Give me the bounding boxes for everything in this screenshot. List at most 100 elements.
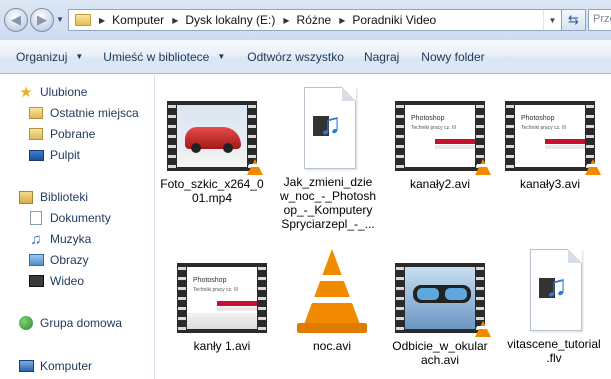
file-item[interactable]: Foto_szkic_x264_0 01.mp4	[160, 99, 264, 205]
chevron-down-icon: ▼	[217, 52, 226, 61]
film-strip-icon	[167, 101, 257, 171]
file-item[interactable]: ♫ Jak_zmieni_dzie w_noc_-_Photosh op_-_K…	[276, 85, 380, 231]
vlc-badge-icon	[585, 159, 601, 175]
file-name: kanły 1.avi	[193, 339, 251, 353]
file-item[interactable]: ♫ vitascene_tutorial .flv	[502, 247, 606, 365]
media-file-icon: ♫	[524, 247, 584, 333]
chevron-right-icon[interactable]: ▶	[172, 16, 178, 25]
file-item[interactable]: Photoshop Techniki pracy cz. III kanły 1…	[170, 261, 274, 353]
nav-recent-places-label: Ostatnie miejsca	[50, 106, 139, 120]
nav-music-label: Muzyka	[50, 232, 92, 246]
nav-recent-places[interactable]: Ostatnie miejsca	[28, 103, 139, 123]
music-icon: ♫	[30, 230, 42, 248]
search-input[interactable]: Przeszukaj	[588, 9, 611, 31]
play-all-button[interactable]: Odtwórz wszystko	[239, 40, 352, 74]
video-thumbnail: Photoshop Techniki pracy cz. III	[503, 99, 601, 175]
file-name: Foto_szkic_x264_0 01.mp4	[160, 177, 264, 205]
breadcrumb-local-disk[interactable]: Dysk lokalny (E:)	[185, 13, 275, 27]
videos-icon	[28, 273, 44, 289]
vlc-badge-icon	[475, 321, 491, 337]
recent-pages-dropdown-icon[interactable]: ▼	[56, 15, 64, 24]
nav-music[interactable]: ♫ Muzyka	[28, 229, 91, 249]
address-bar[interactable]: ▶ Komputer ▶ Dysk lokalny (E:) ▶ Różne ▶…	[68, 9, 562, 31]
burn-button[interactable]: Nagraj	[356, 40, 407, 74]
nav-computer-label: Komputer	[40, 359, 93, 373]
computer-icon	[18, 358, 34, 374]
breadcrumb-computer[interactable]: Komputer	[112, 13, 164, 27]
command-bar: Organizuj ▼ Umieść w bibliotece ▼ Odtwór…	[0, 40, 611, 74]
documents-icon	[28, 210, 44, 226]
file-item[interactable]: Photoshop Techniki pracy cz. III kanały2…	[388, 99, 492, 191]
nav-computer[interactable]: Komputer	[18, 356, 92, 376]
file-item[interactable]: Odbicie_w_okular ach.avi	[388, 261, 492, 367]
music-note-icon: ♫	[319, 108, 342, 141]
nav-homegroup[interactable]: Grupa domowa	[18, 313, 122, 333]
vlc-badge-icon	[247, 159, 263, 175]
film-strip-icon	[395, 263, 485, 333]
video-thumbnail	[393, 261, 491, 337]
file-item[interactable]: Photoshop Techniki pracy cz. III kanały3…	[498, 99, 602, 191]
address-row: ◀ ▶ ▼ ▶ Komputer ▶ Dysk lokalny (E:) ▶ R…	[0, 0, 611, 40]
nav-documents-label: Dokumenty	[50, 211, 111, 225]
file-name: Odbicie_w_okular ach.avi	[392, 339, 488, 367]
music-note-icon: ♫	[545, 270, 568, 303]
pictures-icon	[28, 252, 44, 268]
forward-arrow-icon: ▶	[37, 12, 47, 27]
navigation-pane: ★ Ulubione Ostatnie miejsca Pobrane Pulp…	[0, 75, 155, 379]
forward-button[interactable]: ▶	[30, 8, 54, 32]
nav-desktop[interactable]: Pulpit	[28, 145, 80, 165]
back-arrow-icon: ◀	[11, 12, 21, 27]
play-all-label: Odtwórz wszystko	[247, 49, 344, 64]
chevron-right-icon[interactable]: ▶	[339, 16, 345, 25]
breadcrumb-rozne[interactable]: Różne	[297, 13, 332, 27]
film-strip-icon: Photoshop Techniki pracy cz. III	[505, 101, 595, 171]
new-folder-button[interactable]: Nowy folder	[413, 40, 492, 74]
include-library-menu[interactable]: Umieść w bibliotece ▼	[95, 40, 233, 74]
chevron-right-icon[interactable]: ▶	[283, 16, 289, 25]
nav-favorites-label: Ulubione	[40, 85, 88, 99]
nav-videos-label: Wideo	[50, 274, 85, 288]
file-list: Foto_szkic_x264_0 01.mp4 ♫ Jak_zmieni_dz…	[156, 75, 611, 379]
nav-pictures[interactable]: Obrazy	[28, 250, 89, 270]
file-name: vitascene_tutorial .flv	[507, 337, 601, 365]
back-button[interactable]: ◀	[4, 8, 28, 32]
burn-label: Nagraj	[363, 49, 400, 64]
media-file-icon: ♫	[298, 85, 358, 171]
nav-downloads-label: Pobrane	[50, 127, 96, 141]
file-name: kanały2.avi	[409, 177, 471, 191]
nav-desktop-label: Pulpit	[50, 148, 81, 162]
vlc-cone-icon	[297, 247, 367, 335]
file-item[interactable]: noc.avi	[280, 247, 384, 353]
file-name: Jak_zmieni_dzie w_noc_-_Photosh op_-_Kom…	[279, 175, 377, 231]
libraries-icon	[18, 189, 34, 205]
refresh-button[interactable]: ⇆	[562, 9, 586, 31]
downloads-folder-icon	[28, 126, 44, 142]
file-name: noc.avi	[312, 339, 352, 353]
breadcrumb-poradniki-video[interactable]: Poradniki Video	[352, 13, 436, 27]
recent-places-icon	[28, 105, 44, 121]
file-name: kanały3.avi	[519, 177, 581, 191]
organize-menu[interactable]: Organizuj ▼	[8, 40, 91, 74]
new-folder-label: Nowy folder	[421, 49, 485, 64]
nav-pictures-label: Obrazy	[50, 253, 89, 267]
nav-documents[interactable]: Dokumenty	[28, 208, 111, 228]
nav-downloads[interactable]: Pobrane	[28, 124, 95, 144]
vlc-badge-icon	[475, 159, 491, 175]
chevron-right-icon[interactable]: ▶	[99, 16, 105, 25]
homegroup-icon	[18, 315, 34, 331]
video-thumbnail	[165, 99, 263, 175]
nav-favorites[interactable]: ★ Ulubione	[18, 82, 87, 102]
video-thumbnail: Photoshop Techniki pracy cz. III	[175, 261, 269, 335]
star-icon: ★	[19, 84, 33, 101]
refresh-icon: ⇆	[568, 12, 579, 27]
film-strip-icon: Photoshop Techniki pracy cz. III	[177, 263, 267, 333]
nav-homegroup-label: Grupa domowa	[40, 316, 123, 330]
address-history-dropdown-icon[interactable]: ▼	[543, 10, 561, 30]
nav-libraries[interactable]: Biblioteki	[18, 187, 88, 207]
nav-videos[interactable]: Wideo	[28, 271, 84, 291]
organize-label: Organizuj	[16, 49, 68, 64]
chevron-down-icon: ▼	[75, 52, 84, 61]
folder-icon	[75, 14, 91, 26]
film-strip-icon: Photoshop Techniki pracy cz. III	[395, 101, 485, 171]
nav-libraries-label: Biblioteki	[40, 190, 89, 204]
